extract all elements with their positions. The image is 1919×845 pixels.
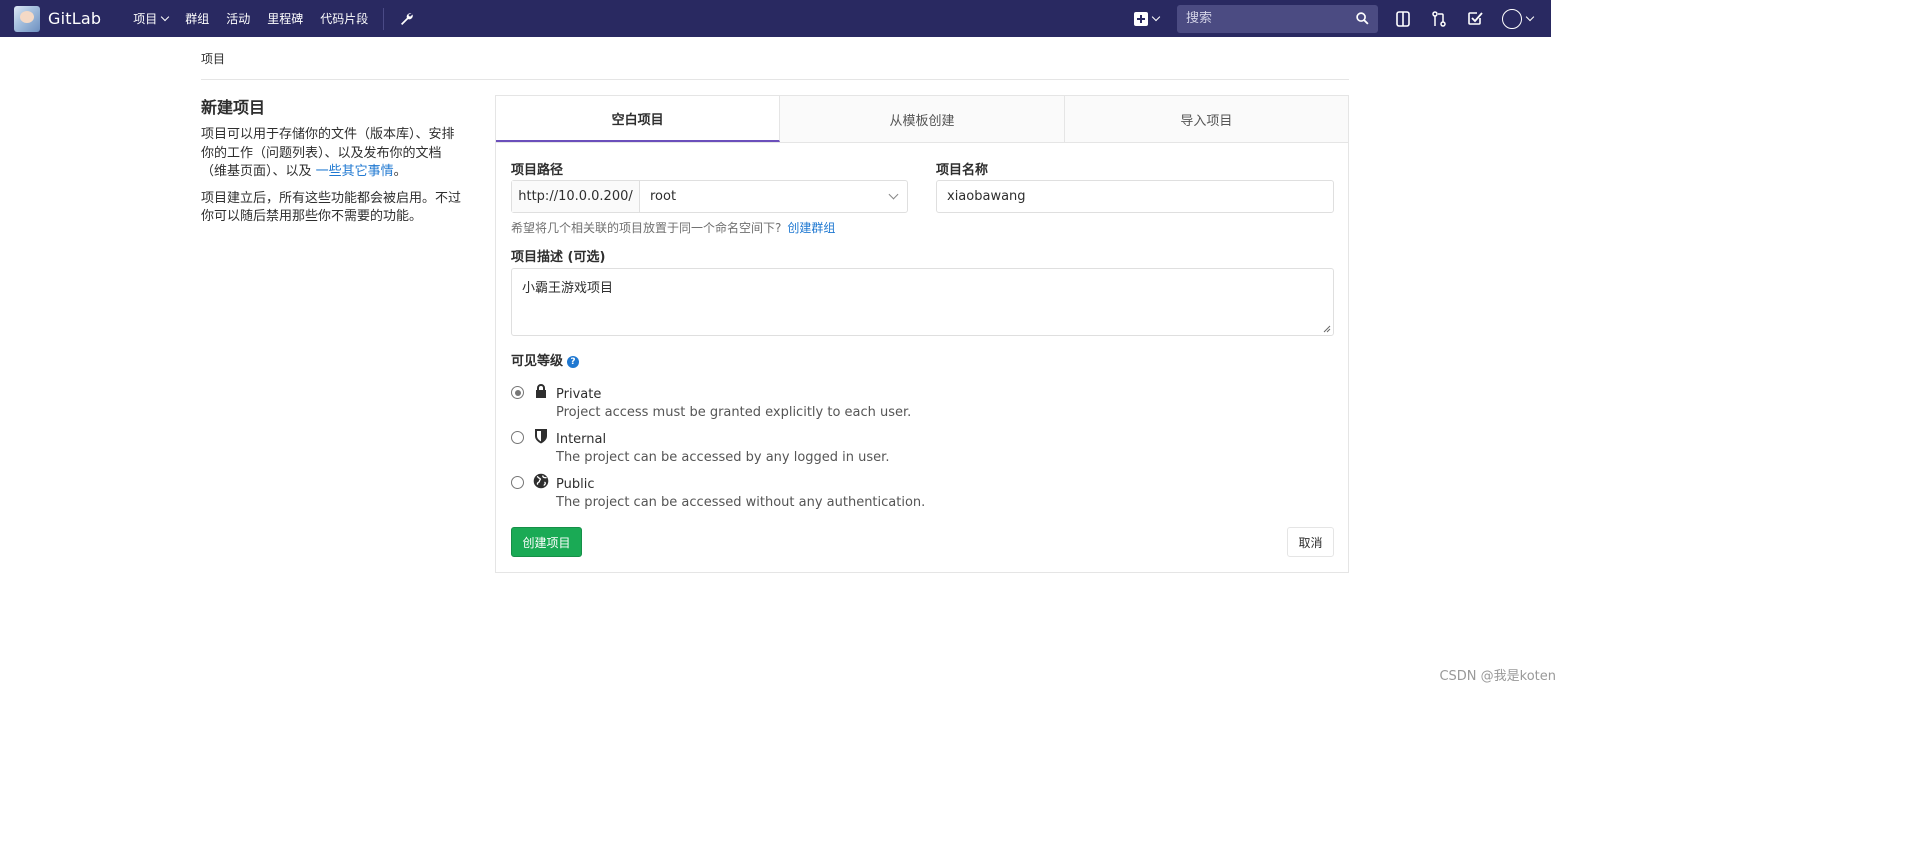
top-navbar: GitLab 项目 群组 活动 里程碑 代码片段: [0, 0, 1551, 37]
lock-icon: [536, 384, 546, 398]
nav-item-groups[interactable]: 群组: [185, 10, 209, 27]
internal-text: Internal The project can be accessed by …: [556, 430, 889, 465]
avatar: [1502, 8, 1522, 29]
nav-menu: 项目 群组 活动 里程碑 代码片段: [133, 7, 414, 30]
private-title: Private: [556, 387, 602, 402]
namespace-select[interactable]: root: [640, 181, 907, 212]
search-box[interactable]: [1177, 4, 1378, 33]
nav-item-milestones[interactable]: 里程碑: [267, 10, 303, 27]
visibility-option-internal[interactable]: Internal The project can be accessed by …: [511, 429, 889, 465]
tab-blank-project[interactable]: 空白项目: [496, 96, 781, 142]
path-prefix: http://10.0.0.200/: [512, 181, 640, 212]
internal-description: The project can be accessed by any logge…: [556, 450, 890, 465]
cancel-button[interactable]: 取消: [1287, 527, 1334, 557]
shield-icon: [535, 429, 547, 444]
project-name-input[interactable]: xiaobawang: [936, 180, 1334, 213]
public-description: The project can be accessed without any …: [556, 495, 926, 510]
chevron-down-icon: [1151, 12, 1161, 22]
nav-item-projects[interactable]: 项目: [133, 10, 170, 27]
chevron-down-icon: [888, 189, 899, 200]
nav-right: [1134, 0, 1535, 37]
group-help-text: 希望将几个相关联的项目放置于同一个命名空间下? 创建群组: [511, 221, 836, 235]
project-name-label: 项目名称: [936, 163, 989, 178]
more-features-link[interactable]: 一些其它事情: [316, 164, 394, 179]
todos-icon[interactable]: [1466, 10, 1484, 28]
create-group-link[interactable]: 创建群组: [787, 221, 835, 235]
nav-item-activity[interactable]: 活动: [226, 10, 250, 27]
project-description-label: 项目描述 (可选): [511, 250, 606, 265]
logo[interactable]: GitLab: [14, 5, 102, 32]
resize-grip-icon[interactable]: [1323, 325, 1331, 333]
nav-item-snippets[interactable]: 代码片段: [320, 10, 368, 27]
project-path-label: 项目路径: [511, 163, 564, 178]
create-project-button[interactable]: 创建项目: [511, 527, 582, 557]
new-dropdown-button[interactable]: [1134, 11, 1161, 26]
breadcrumb-item[interactable]: 项目: [201, 50, 1349, 80]
page-scrollbar[interactable]: [1551, 0, 1568, 690]
visibility-option-private[interactable]: Private Project access must be granted e…: [511, 384, 911, 420]
watermark: CSDN @我是koten: [1439, 669, 1556, 684]
merge-request-icon[interactable]: [1430, 10, 1448, 28]
search-icon: [1356, 12, 1369, 25]
private-text: Private Project access must be granted e…: [556, 385, 911, 420]
public-radio[interactable]: [511, 476, 524, 489]
logo-image: [14, 5, 40, 32]
sidebar-description: 项目可以用于存储你的文件（版本库）、安排你的工作（问题列表）、以及发布你的文档（…: [201, 127, 455, 179]
help-icon[interactable]: ?: [567, 356, 580, 368]
search-input[interactable]: [1186, 11, 1336, 26]
public-title: Public: [556, 477, 595, 492]
brand-name: GitLab: [48, 9, 102, 28]
breadcrumb: 项目: [201, 50, 1349, 80]
tab-from-template[interactable]: 从模板创建: [780, 96, 1065, 142]
page-title: 新建项目: [201, 98, 266, 117]
private-description: Project access must be granted explicitl…: [556, 405, 912, 420]
chevron-down-icon: [160, 12, 170, 22]
new-project-card: 空白项目 从模板创建 导入项目 项目路径 http://10.0.0.200/ …: [495, 95, 1349, 573]
internal-radio[interactable]: [511, 431, 524, 444]
project-tabs: 空白项目 从模板创建 导入项目: [496, 96, 1348, 143]
public-text: Public The project can be accessed witho…: [556, 475, 925, 510]
project-description-value: 小霸王游戏项目: [522, 281, 614, 296]
chevron-down-icon: [1525, 12, 1535, 22]
nav-divider: [383, 7, 385, 30]
tab-import-project[interactable]: 导入项目: [1065, 96, 1348, 142]
project-description-textarea[interactable]: 小霸王游戏项目: [511, 268, 1334, 336]
wrench-icon[interactable]: [398, 11, 414, 27]
globe-icon: [533, 473, 549, 489]
visibility-level-label: 可见等级?: [511, 350, 580, 369]
sidebar-description-2: 项目建立后，所有这些功能都会被启用。不过你可以随后禁用那些你不需要的功能。: [201, 190, 462, 225]
namespace-value: root: [650, 189, 677, 204]
visibility-option-public[interactable]: Public The project can be accessed witho…: [511, 473, 925, 510]
internal-title: Internal: [556, 432, 607, 447]
issues-icon[interactable]: [1394, 10, 1412, 28]
project-path-group: http://10.0.0.200/ root: [511, 180, 908, 213]
private-radio[interactable]: [511, 386, 524, 399]
user-menu[interactable]: [1502, 8, 1535, 29]
page-sidebar-info: 新建项目 项目可以用于存储你的文件（版本库）、安排你的工作（问题列表）、以及发布…: [201, 94, 463, 235]
plus-icon: [1134, 11, 1148, 26]
